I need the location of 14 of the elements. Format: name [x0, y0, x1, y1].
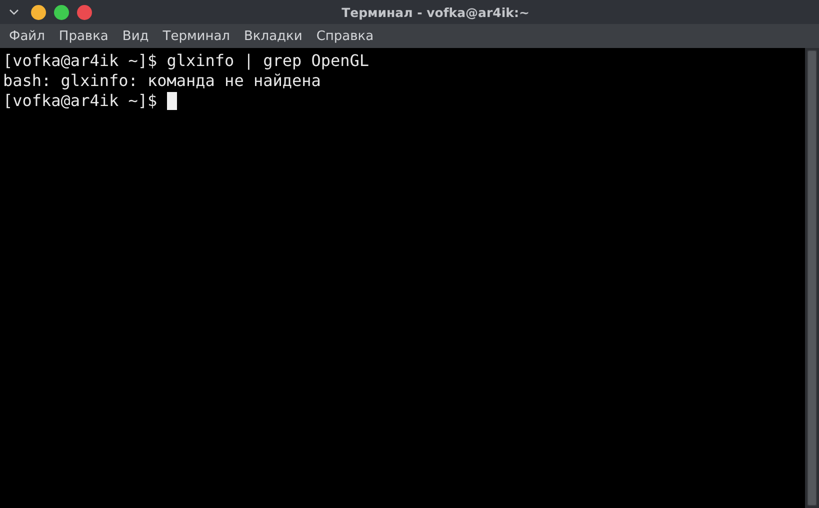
menu-item[interactable]: Правка: [52, 26, 114, 46]
menu-item[interactable]: Вкладки: [238, 26, 308, 46]
terminal-line: [vofka@ar4ik ~]$: [3, 91, 158, 111]
maximize-button[interactable]: [54, 4, 69, 20]
terminal-line: [vofka@ar4ik ~]$ glxinfo | grep OpenGL: [3, 51, 370, 71]
menu-item[interactable]: Файл: [3, 26, 51, 46]
close-button[interactable]: [77, 4, 92, 20]
menu-item[interactable]: Справка: [310, 26, 380, 46]
menu-item[interactable]: Вид: [116, 26, 155, 46]
terminal-line: bash: glxinfo: команда не найдена: [3, 71, 321, 91]
chevron-down-icon[interactable]: [9, 9, 19, 15]
minimize-button[interactable]: [31, 4, 46, 20]
window-title: Терминал - vofka@ar4ik:~: [340, 4, 530, 20]
menu-item[interactable]: Терминал: [156, 26, 236, 46]
